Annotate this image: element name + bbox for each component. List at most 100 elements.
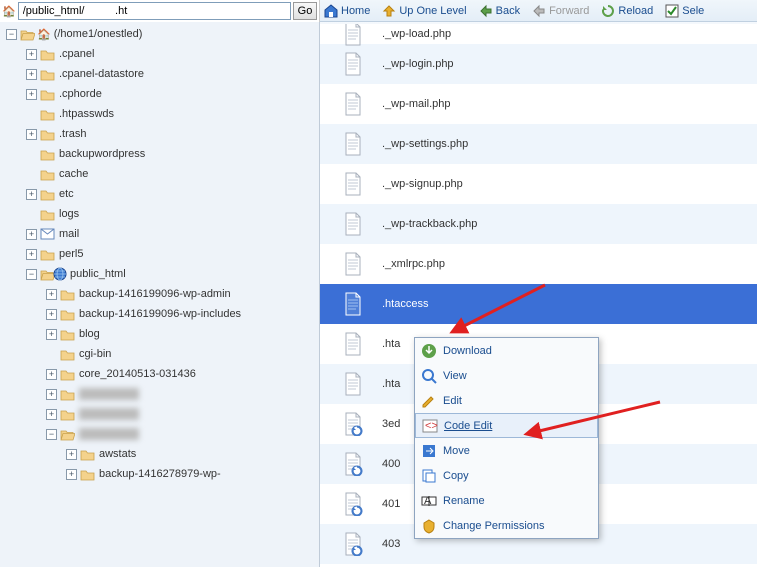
go-button[interactable]: Go [293,2,317,20]
expander-blank [26,149,37,160]
tree-node[interactable]: − public_html [0,264,319,284]
expander-icon[interactable]: + [66,469,77,480]
expander-icon[interactable]: + [66,449,77,460]
back-icon [479,4,493,18]
ctx-code-edit[interactable]: <>Code Edit [415,413,598,438]
folder-icon [60,348,75,361]
tree-node[interactable]: +.cpanel-datastore [0,64,319,84]
expander-icon[interactable]: + [26,129,37,140]
tree-node-label: backupwordpress [59,148,145,160]
tree-node[interactable]: + [0,384,319,404]
tree-node[interactable]: +awstats [0,444,319,464]
home-button[interactable]: Home [324,4,370,18]
ctx-item-label: Download [443,345,492,357]
ctx-download[interactable]: Download [415,338,598,363]
folder-icon [40,108,55,121]
ctx-edit[interactable]: Edit [415,388,598,413]
file-name: ._wp-signup.php [378,178,757,190]
tree-node[interactable]: +backup-1416199096-wp-admin [0,284,319,304]
tree-node[interactable]: + mail [0,224,319,244]
tree-node[interactable]: +backup-1416199096-wp-includes [0,304,319,324]
tree-node[interactable]: − [0,424,319,444]
file-icon [343,372,363,396]
up-level-button[interactable]: Up One Level [382,4,466,18]
tree-node[interactable]: logs [0,204,319,224]
select-all-button[interactable]: Sele [665,4,704,18]
file-row[interactable]: ._wp-load.php [320,24,757,44]
globe-icon [53,267,67,281]
ctx-item-label: Move [443,445,470,457]
tree-node[interactable]: +backup-1416278979-wp- [0,464,319,484]
tree-node[interactable]: +.cphorde [0,84,319,104]
reload-icon [601,4,615,18]
file-icon [343,172,363,196]
file-icon [343,292,363,316]
back-button[interactable]: Back [479,4,520,18]
file-icon [343,332,363,356]
reload-button[interactable]: Reload [601,4,653,18]
tree-node[interactable]: +core_20140513-031436 [0,364,319,384]
ctx-rename[interactable]: ARename [415,488,598,513]
tree-node-label: logs [59,208,79,220]
expander-icon[interactable]: + [46,309,57,320]
expander-icon[interactable]: − [26,269,37,280]
expander-icon[interactable]: + [26,89,37,100]
expander-icon[interactable]: + [26,49,37,60]
file-icon [343,492,363,516]
tree-node-label: .cpanel [59,48,94,60]
file-row[interactable]: .htaccess [320,284,757,324]
expander-icon[interactable]: + [26,249,37,260]
ctx-copy[interactable]: Copy [415,463,598,488]
file-row[interactable]: ._wp-login.php [320,44,757,84]
path-input[interactable] [18,2,291,20]
expander-icon[interactable]: − [6,29,17,40]
tree-node[interactable]: +perl5 [0,244,319,264]
tree-node[interactable]: +blog [0,324,319,344]
tree-node[interactable]: + [0,404,319,424]
tree-node-label: public_html [70,268,126,280]
tree-node[interactable]: backupwordpress [0,144,319,164]
tree-node[interactable]: cgi-bin [0,344,319,364]
file-icon [343,252,363,276]
check-icon [665,4,679,18]
file-row[interactable]: ._wp-trackback.php [320,204,757,244]
expander-icon[interactable]: + [46,289,57,300]
tree-node[interactable]: + .cpanel [0,44,319,64]
expander-icon[interactable]: + [46,329,57,340]
file-row[interactable]: ._xmlrpc.php [320,244,757,284]
file-row[interactable]: ._wp-signup.php [320,164,757,204]
tree-node[interactable]: +.trash [0,124,319,144]
expander-icon[interactable]: + [46,409,57,420]
tree-node[interactable]: cache [0,164,319,184]
tree-node[interactable]: + etc [0,184,319,204]
tree-root-node[interactable]: − 🏠 (/home1/onestled) [0,24,319,44]
file-name: ._wp-login.php [378,58,757,70]
tree-node-label: etc [59,188,74,200]
tree-root-label: (/home1/onestled) [54,28,143,40]
ctx-change-permissions[interactable]: Change Permissions [415,513,598,538]
expander-icon[interactable]: + [26,229,37,240]
folder-icon [40,208,55,221]
ctx-item-label: Copy [443,470,469,482]
folder-icon [60,288,75,301]
folder-icon [60,308,75,321]
forward-button[interactable]: Forward [532,4,589,18]
copy-icon [421,468,437,484]
expander-icon[interactable]: + [26,69,37,80]
file-name: .htaccess [378,298,757,310]
home-icon [324,4,338,18]
file-name: ._wp-mail.php [378,98,757,110]
expander-icon[interactable]: + [46,389,57,400]
tree-node[interactable]: .htpasswds [0,104,319,124]
expander-icon[interactable]: − [46,429,57,440]
file-row[interactable]: ._wp-mail.php [320,84,757,124]
file-row[interactable]: ._wp-settings.php [320,124,757,164]
ctx-item-label: Edit [443,395,462,407]
expander-icon[interactable]: + [46,369,57,380]
toolbar: Home Up One Level Back Forward Reload Se… [320,0,757,22]
ctx-move[interactable]: Move [415,438,598,463]
ctx-view[interactable]: View [415,363,598,388]
expander-icon[interactable]: + [26,189,37,200]
tree-node-label: mail [59,228,79,240]
folder-icon [40,48,55,61]
